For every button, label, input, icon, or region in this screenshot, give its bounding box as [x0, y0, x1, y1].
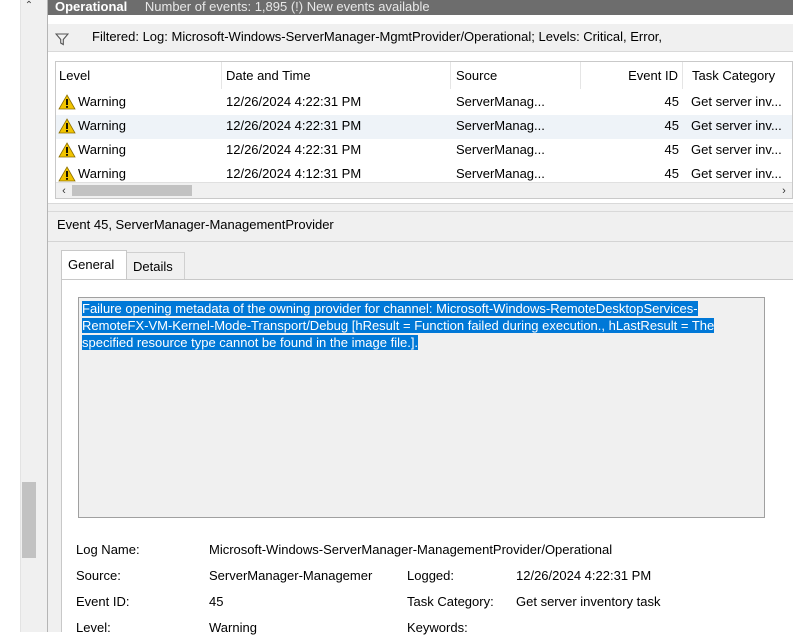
column-header-event-id[interactable]: Event ID — [581, 62, 683, 89]
task-category-value: Get server inventory task — [516, 594, 661, 609]
events-horizontal-scrollbar[interactable]: ‹ › — [56, 182, 792, 198]
events-list[interactable]: Level Date and Time Source Event ID Task… — [55, 61, 793, 199]
warning-icon — [58, 118, 76, 134]
table-row[interactable]: Warning 12/26/2024 4:22:31 PM ServerMana… — [56, 115, 792, 139]
navigation-scrollbar[interactable]: ⌃ — [20, 0, 38, 632]
keywords-label: Keywords: — [407, 620, 468, 635]
event-id-value: 45 — [209, 594, 224, 609]
table-row[interactable]: Warning 12/26/2024 4:22:31 PM ServerMana… — [56, 91, 792, 115]
source-label: Source: — [76, 568, 121, 583]
filter-funnel-icon — [55, 33, 69, 46]
table-row[interactable]: Warning 12/26/2024 4:22:31 PM ServerMana… — [56, 139, 792, 163]
filter-description: Filtered: Log: Microsoft-Windows-ServerM… — [92, 29, 663, 44]
scroll-up-arrow-icon[interactable]: ⌃ — [21, 0, 37, 14]
event-message[interactable]: Failure opening metadata of the owning p… — [82, 300, 742, 351]
event-message-box[interactable]: Failure opening metadata of the owning p… — [78, 297, 765, 518]
event-message-selection: Failure opening metadata of the owning p… — [82, 301, 715, 350]
log-name-label: Log Name: — [76, 542, 140, 557]
pane-splitter[interactable] — [37, 0, 48, 632]
row-level: Warning — [78, 118, 126, 133]
general-tab-page: Failure opening metadata of the owning p… — [61, 279, 793, 635]
row-level: Warning — [78, 142, 126, 157]
navigation-pane-edge: ⌃ — [0, 0, 38, 632]
row-task-category: Get server inv... — [691, 118, 782, 133]
level-label: Level: — [76, 620, 111, 635]
task-category-label: Task Category: — [407, 594, 494, 609]
column-header-task-category[interactable]: Task Category — [683, 62, 792, 89]
tab-details[interactable]: Details — [127, 252, 185, 279]
log-name: Operational — [55, 0, 128, 14]
scroll-right-arrow-icon[interactable]: › — [776, 183, 792, 198]
logged-label: Logged: — [407, 568, 454, 583]
row-date: 12/26/2024 4:12:31 PM — [226, 166, 362, 181]
event-detail-title: Event 45, ServerManager-ManagementProvid… — [57, 217, 334, 232]
event-detail-pane: Event 45, ServerManager-ManagementProvid… — [48, 212, 793, 635]
row-task-category: Get server inv... — [691, 166, 782, 181]
row-date: 12/26/2024 4:22:31 PM — [226, 118, 362, 133]
detail-title-divider — [48, 241, 793, 242]
tab-general[interactable]: General — [61, 250, 127, 279]
row-level: Warning — [78, 166, 126, 181]
warning-icon — [58, 94, 76, 110]
row-date: 12/26/2024 4:22:31 PM — [226, 94, 362, 109]
log-name-value: Microsoft-Windows-ServerManager-Manageme… — [209, 542, 613, 557]
row-event-id: 45 — [664, 142, 679, 157]
events-scroll-thumb[interactable] — [72, 185, 192, 196]
row-source: ServerManag... — [456, 142, 545, 157]
table-row[interactable]: Warning 12/26/2024 4:12:31 PM ServerMana… — [56, 163, 792, 182]
event-id-label: Event ID: — [76, 594, 130, 609]
row-event-id: 45 — [664, 118, 679, 133]
row-source: ServerManag... — [456, 166, 545, 181]
row-event-id: 45 — [664, 166, 679, 181]
row-task-category: Get server inv... — [691, 94, 782, 109]
column-header-source[interactable]: Source — [451, 62, 581, 89]
log-header-bar: Operational Number of events: 1,895 (!) … — [48, 0, 793, 15]
logged-value: 12/26/2024 4:22:31 PM — [516, 568, 652, 583]
filter-bar: Filtered: Log: Microsoft-Windows-ServerM… — [48, 24, 793, 52]
row-task-category: Get server inv... — [691, 142, 782, 157]
warning-icon — [58, 142, 76, 158]
row-source: ServerManag... — [456, 118, 545, 133]
column-header-date[interactable]: Date and Time — [222, 62, 451, 89]
navigation-scroll-thumb[interactable] — [22, 482, 36, 558]
event-count: Number of events: 1,895 (!) New events a… — [144, 0, 430, 14]
list-detail-splitter[interactable] — [48, 203, 793, 212]
scroll-left-arrow-icon[interactable]: ‹ — [56, 183, 72, 198]
row-source: ServerManag... — [456, 94, 545, 109]
row-level: Warning — [78, 94, 126, 109]
source-value: ServerManager-Managemer — [209, 568, 373, 583]
column-header-level[interactable]: Level — [56, 62, 222, 89]
level-value: Warning — [209, 620, 257, 635]
row-date: 12/26/2024 4:22:31 PM — [226, 142, 362, 157]
warning-icon — [58, 166, 76, 182]
row-event-id: 45 — [664, 94, 679, 109]
